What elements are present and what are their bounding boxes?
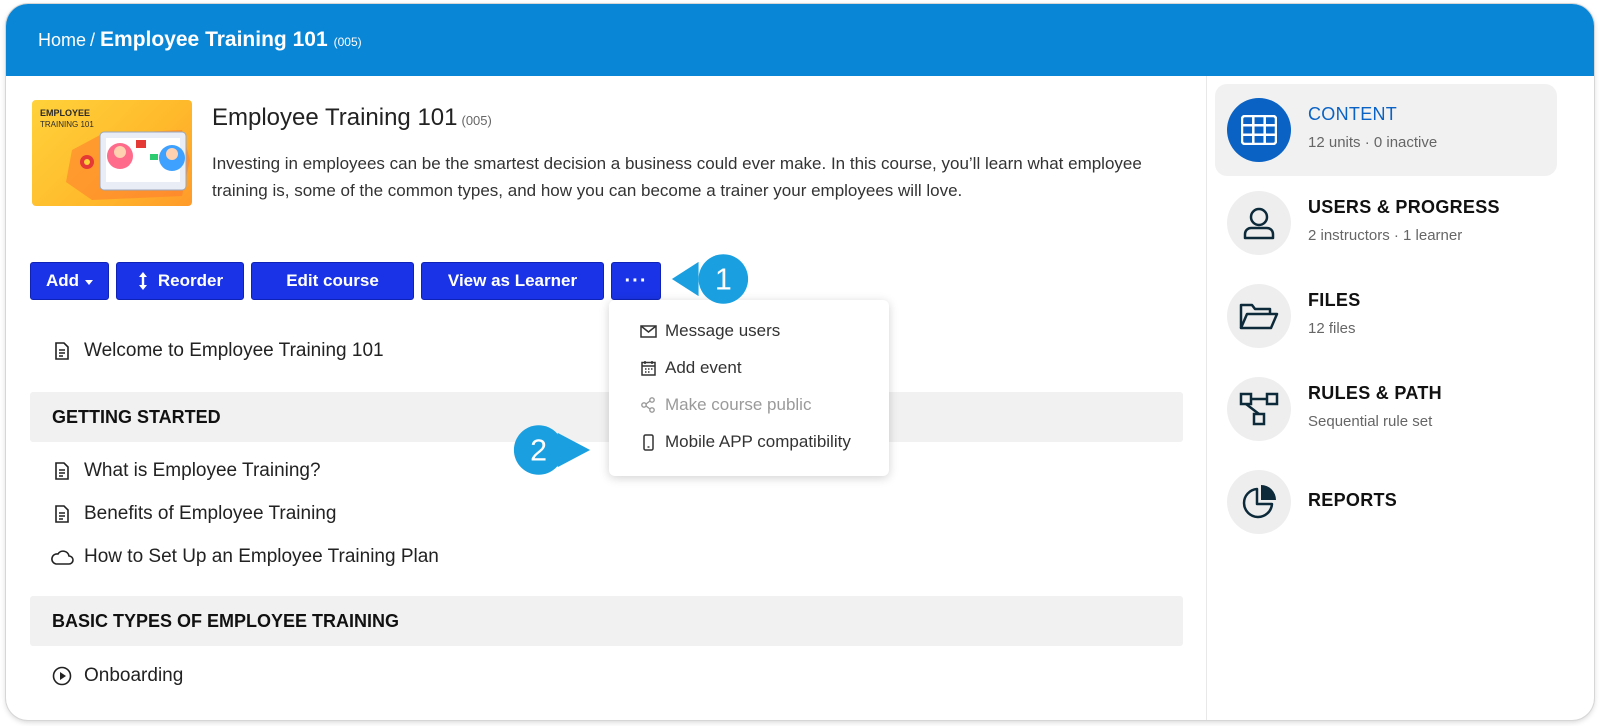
caret-down-icon <box>85 279 94 285</box>
callout-2-number: 2 <box>530 433 547 467</box>
view-as-learner-label: View as Learner <box>447 271 578 290</box>
share-icon <box>639 396 657 414</box>
unit-label: What is Employee Training? <box>84 460 321 481</box>
unit-label: Welcome to Employee Training 101 <box>84 340 384 361</box>
menu-item-message-users[interactable]: Message users <box>639 321 780 341</box>
unit-label: Benefits of Employee Training <box>84 503 337 524</box>
calendar-icon <box>639 359 657 377</box>
edit-course-button[interactable]: Edit course <box>251 262 414 300</box>
breadcrumb-code: (005) <box>333 35 362 49</box>
document-icon <box>52 341 72 361</box>
breadcrumb-separator: / <box>90 29 96 50</box>
cloud-icon <box>50 547 74 567</box>
unit-label: Onboarding <box>84 665 184 686</box>
main-content: EMPLOYEE TRAINING 101 Employee Training … <box>6 76 1206 720</box>
unit-item[interactable]: What is Employee Training? <box>52 460 321 482</box>
course-thumbnail: EMPLOYEE TRAINING 101 <box>32 100 192 206</box>
callout-2: 2 <box>513 425 591 475</box>
thumbnail-illustration <box>66 130 190 200</box>
vertical-arrows-icon <box>138 272 147 290</box>
unit-label: How to Set Up an Employee Training Plan <box>84 546 439 567</box>
sidebar-item-rules-path[interactable]: RULES & PATH Sequential rule set <box>1215 363 1557 455</box>
mobile-icon <box>639 433 657 451</box>
menu-item-label: Make course public <box>665 395 812 414</box>
menu-item-label: Add event <box>665 358 742 377</box>
more-options-label: ··· <box>624 269 648 292</box>
document-icon <box>52 504 72 524</box>
app-window: Home / Employee Training 101 (005) EMPLO… <box>6 4 1594 720</box>
sidebar-item-content[interactable]: CONTENT 12 units · 0 inactive <box>1215 84 1557 176</box>
course-description: Investing in employees can be the smarte… <box>212 154 1142 200</box>
course-toolbar: Add Reorder Edit course View as Learner … <box>30 262 661 300</box>
add-button-label: Add <box>45 271 80 290</box>
add-button[interactable]: Add <box>30 262 109 300</box>
view-as-learner-button[interactable]: View as Learner <box>421 262 604 300</box>
flow-icon <box>1227 377 1291 441</box>
sidebar-item-subtitle: 12 files <box>1308 320 1356 337</box>
sidebar-item-subtitle: 2 instructors · 1 learner <box>1308 227 1463 244</box>
sidebar-item-reports[interactable]: REPORTS <box>1215 456 1557 548</box>
sidebar-item-title: USERS & PROGRESS <box>1308 197 1500 217</box>
section-header[interactable]: BASIC TYPES OF EMPLOYEE TRAINING <box>30 596 1183 646</box>
sidebar: CONTENT 12 units · 0 inactive USERS & PR… <box>1207 76 1594 720</box>
sidebar-item-users-progress[interactable]: USERS & PROGRESS 2 instructors · 1 learn… <box>1215 177 1557 269</box>
course-code: (005) <box>461 113 492 128</box>
more-options-menu: Message users Add event Make course publ… <box>609 300 889 476</box>
unit-item[interactable]: Benefits of Employee Training <box>52 503 336 525</box>
sidebar-item-title: RULES & PATH <box>1308 383 1442 403</box>
document-icon <box>52 461 72 481</box>
breadcrumb-current: Employee Training 101 <box>100 28 328 51</box>
envelope-icon <box>639 322 657 340</box>
sidebar-item-files[interactable]: FILES 12 files <box>1215 270 1557 362</box>
sidebar-item-subtitle: Sequential rule set <box>1308 413 1433 430</box>
unit-item[interactable]: How to Set Up an Employee Training Plan <box>50 546 439 568</box>
menu-item-label: Message users <box>665 321 781 340</box>
menu-item-mobile-app-compatibility[interactable]: Mobile APP compatibility <box>639 432 851 452</box>
reorder-button[interactable]: Reorder <box>116 262 244 300</box>
sidebar-item-title: CONTENT <box>1308 104 1398 124</box>
reorder-button-label: Reorder <box>157 271 224 290</box>
play-circle-icon <box>52 666 72 686</box>
sidebar-item-title: FILES <box>1308 290 1361 310</box>
breadcrumb-home[interactable]: Home <box>38 30 86 51</box>
pie-chart-icon <box>1227 470 1291 534</box>
menu-item-label: Mobile APP compatibility <box>665 432 851 451</box>
callout-1: 1 <box>671 254 749 304</box>
sidebar-item-subtitle: 12 units · 0 inactive <box>1308 134 1438 151</box>
callout-1-number: 1 <box>715 262 732 296</box>
menu-item-add-event[interactable]: Add event <box>639 358 742 378</box>
folder-icon <box>1227 284 1291 348</box>
course-title: Employee Training 101 (005) <box>212 104 492 132</box>
course-title-text: Employee Training 101 <box>212 104 458 131</box>
section-header[interactable]: GETTING STARTED <box>30 392 1183 442</box>
more-options-button[interactable]: ··· <box>611 262 661 300</box>
header-bar: Home / Employee Training 101 (005) <box>6 4 1594 76</box>
grid-icon <box>1227 98 1291 162</box>
edit-course-label: Edit course <box>286 271 379 290</box>
sidebar-item-title: REPORTS <box>1308 490 1398 510</box>
unit-welcome[interactable]: Welcome to Employee Training 101 <box>52 340 384 362</box>
menu-item-make-course-public[interactable]: Make course public <box>639 395 811 415</box>
user-icon <box>1227 191 1291 255</box>
unit-item[interactable]: Onboarding <box>52 665 183 687</box>
